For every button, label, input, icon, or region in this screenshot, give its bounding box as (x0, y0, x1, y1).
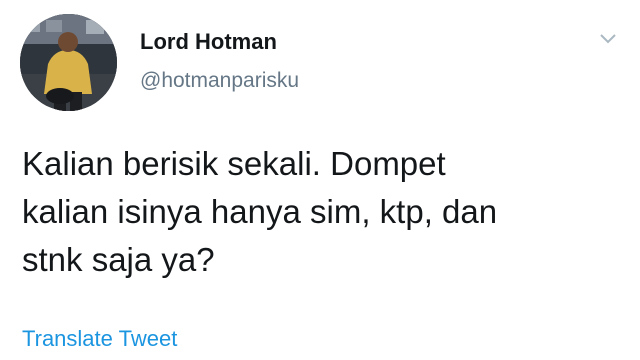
translate-tweet-link[interactable]: Translate Tweet (22, 328, 177, 350)
avatar[interactable] (20, 14, 117, 111)
tweet-card: Lord Hotman @hotmanparisku Kalian berisi… (0, 0, 640, 360)
profile-photo (20, 14, 117, 111)
author-name[interactable]: Lord Hotman (140, 31, 277, 53)
tweet-text: Kalian berisik sekali. Dompet kalian isi… (22, 140, 622, 284)
chevron-down-icon (600, 34, 616, 44)
tweet-text-line: kalian isinya hanya sim, ktp, dan (22, 193, 498, 230)
tweet-menu-button[interactable] (597, 30, 619, 48)
author-handle[interactable]: @hotmanparisku (140, 70, 299, 91)
tweet-text-line: stnk saja ya? (22, 241, 215, 278)
tweet-text-line: Kalian berisik sekali. Dompet (22, 145, 446, 182)
